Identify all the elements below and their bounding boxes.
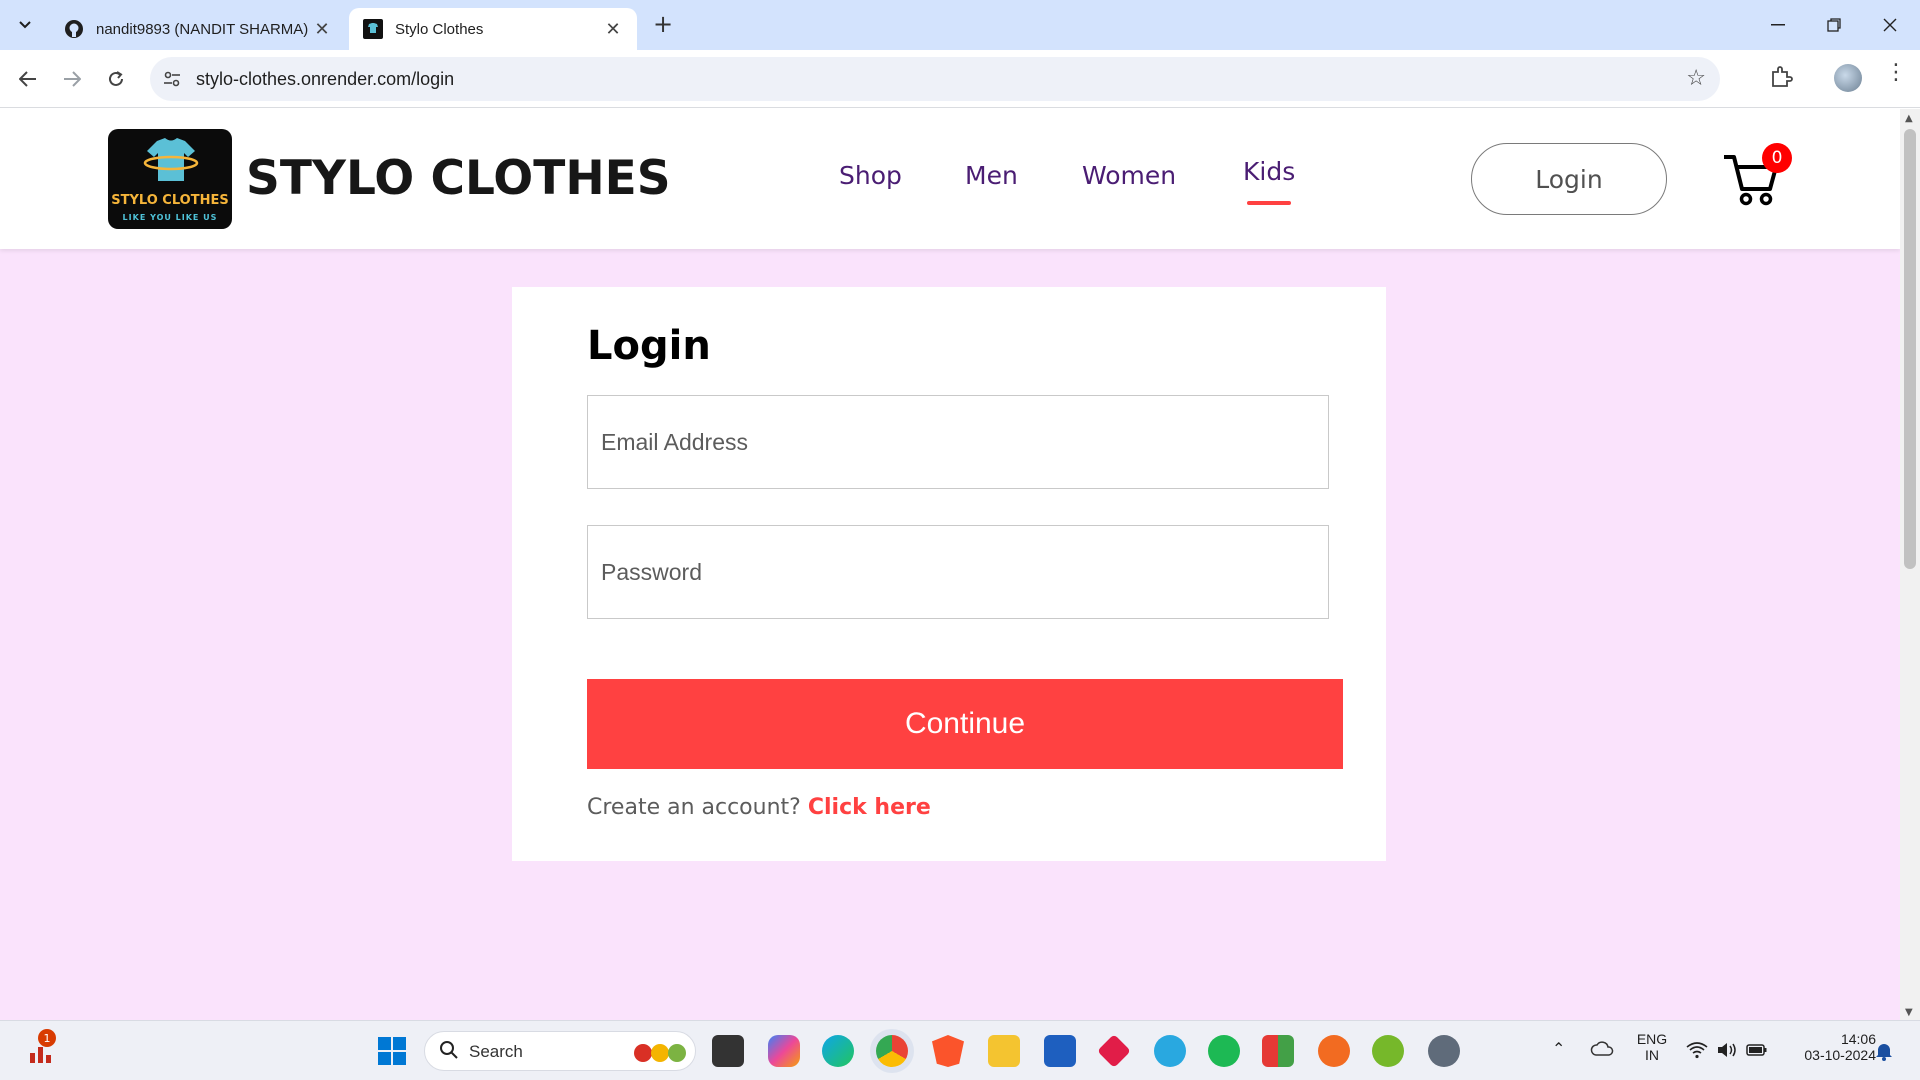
red-diamond-app-icon[interactable] (1097, 1034, 1131, 1068)
tshirt-icon (143, 138, 199, 181)
search-highlight-fruits-icon (634, 1044, 686, 1062)
nav-kids[interactable]: Kids (1243, 157, 1295, 205)
help-app-icon[interactable] (1154, 1035, 1186, 1067)
logo-tagline: LIKE YOU LIKE US (122, 213, 218, 222)
reload-button[interactable] (100, 63, 132, 95)
notification-badge: 1 (38, 1029, 56, 1047)
site-settings-icon[interactable] (162, 69, 182, 89)
scrollbar-thumb[interactable] (1904, 129, 1916, 569)
arrow-right-icon (64, 71, 81, 87)
clock[interactable]: 14:06 03-10-2024 (1780, 1031, 1876, 1063)
copilot-icon[interactable] (768, 1035, 800, 1067)
chrome-icon[interactable] (876, 1035, 908, 1067)
close-window-button[interactable] (1862, 8, 1918, 42)
brave-icon[interactable] (932, 1035, 964, 1067)
spotify-icon[interactable] (1208, 1035, 1240, 1067)
close-tab-icon[interactable]: ✕ (603, 19, 623, 40)
browser-toolbar: stylo-clothes.onrender.com/login ☆ ⋮ (0, 50, 1920, 108)
stylo-favicon-icon (363, 19, 383, 39)
volume-icon[interactable] (1716, 1041, 1738, 1059)
windows-start-icon[interactable] (376, 1035, 408, 1067)
search-icon (439, 1040, 459, 1065)
bookmark-star-icon[interactable]: ☆ (1686, 66, 1706, 91)
clock-time: 14:06 (1840, 1031, 1876, 1047)
signup-link[interactable]: Click here (808, 795, 931, 820)
language-code: ENG (1636, 1031, 1668, 1047)
nav-women[interactable]: Women (1082, 161, 1176, 190)
password-field[interactable] (587, 525, 1329, 619)
signup-prompt-text: Create an account? (587, 795, 801, 820)
page-scrollbar[interactable]: ▲ ▼ (1900, 109, 1920, 1020)
login-card: Login Continue Create an account? Click … (512, 287, 1386, 861)
browser-menu-icon[interactable]: ⋮ (1885, 60, 1907, 85)
nav-shop[interactable]: Shop (839, 161, 902, 190)
cart-count-badge: 0 (1762, 143, 1792, 173)
taskbar-search[interactable]: Search (424, 1031, 696, 1071)
settings-gear-icon[interactable] (1428, 1035, 1460, 1067)
page-viewport: STYLO CLOTHES LIKE YOU LIKE US STYLO CLO… (0, 109, 1920, 1020)
scroll-down-icon[interactable]: ▼ (1905, 1007, 1913, 1018)
windows-taskbar: 1 Search ⌃ ENG IN 14:06 03-10-2024 (0, 1020, 1920, 1080)
file-explorer-icon[interactable] (988, 1035, 1020, 1067)
restore-button[interactable] (1806, 8, 1862, 42)
arrow-left-icon (19, 71, 36, 87)
tab-title: Stylo Clothes (395, 20, 484, 38)
winrar-icon[interactable] (1262, 1035, 1294, 1067)
notification-bell-icon[interactable] (1874, 1041, 1894, 1061)
tab-search-button[interactable] (10, 10, 40, 40)
email-field[interactable] (587, 395, 1329, 489)
brand-name[interactable]: STYLO CLOTHES (246, 151, 671, 206)
forward-button[interactable] (56, 63, 88, 95)
edge-icon[interactable] (822, 1035, 854, 1067)
extensions-puzzle-icon[interactable] (1768, 64, 1794, 90)
search-label: Search (469, 1042, 523, 1061)
onedrive-cloud-icon[interactable] (1590, 1041, 1614, 1057)
address-bar[interactable]: stylo-clothes.onrender.com/login ☆ (150, 57, 1720, 101)
minimize-button[interactable] (1750, 8, 1806, 42)
github-icon (64, 19, 84, 39)
postman-icon[interactable] (1318, 1035, 1350, 1067)
microsoft-store-icon[interactable] (1044, 1035, 1076, 1067)
clock-date: 03-10-2024 (1804, 1047, 1876, 1063)
nav-men[interactable]: Men (965, 161, 1018, 190)
close-icon (1883, 18, 1897, 32)
close-tab-icon[interactable]: ✕ (312, 19, 332, 40)
battery-icon[interactable] (1746, 1041, 1768, 1059)
language-indicator[interactable]: ENG IN (1632, 1031, 1672, 1063)
logo-name: STYLO CLOTHES (111, 193, 229, 208)
tray-chevron-up-icon[interactable]: ⌃ (1552, 1039, 1565, 1059)
reload-icon (109, 71, 123, 86)
site-header: STYLO CLOTHES LIKE YOU LIKE US STYLO CLO… (0, 109, 1900, 249)
header-login-button[interactable]: Login (1471, 143, 1667, 215)
minimize-icon (1771, 24, 1785, 26)
back-button[interactable] (12, 63, 44, 95)
continue-button[interactable]: Continue (587, 679, 1343, 769)
profile-avatar[interactable] (1834, 64, 1862, 92)
task-view-icon[interactable] (712, 1035, 744, 1067)
signup-prompt: Create an account? Click here (587, 795, 931, 820)
url-text: stylo-clothes.onrender.com/login (196, 69, 455, 89)
region-code: IN (1645, 1047, 1659, 1063)
scroll-up-icon[interactable]: ▲ (1905, 113, 1913, 124)
login-title: Login (587, 323, 711, 369)
tab-title: nandit9893 (NANDIT SHARMA) (96, 20, 309, 38)
new-tab-button[interactable]: + (650, 12, 676, 38)
restore-icon (1827, 18, 1841, 32)
browser-tab-bar: nandit9893 (NANDIT SHARMA) ✕ Stylo Cloth… (0, 0, 1920, 50)
site-logo[interactable]: STYLO CLOTHES LIKE YOU LIKE US (108, 129, 232, 229)
tab-stylo-clothes[interactable]: Stylo Clothes ✕ (349, 8, 637, 50)
tab-github[interactable]: nandit9893 (NANDIT SHARMA) ✕ (50, 8, 346, 50)
utorrent-icon[interactable] (1372, 1035, 1404, 1067)
wifi-icon[interactable] (1686, 1041, 1708, 1059)
chevron-down-icon (19, 21, 31, 29)
